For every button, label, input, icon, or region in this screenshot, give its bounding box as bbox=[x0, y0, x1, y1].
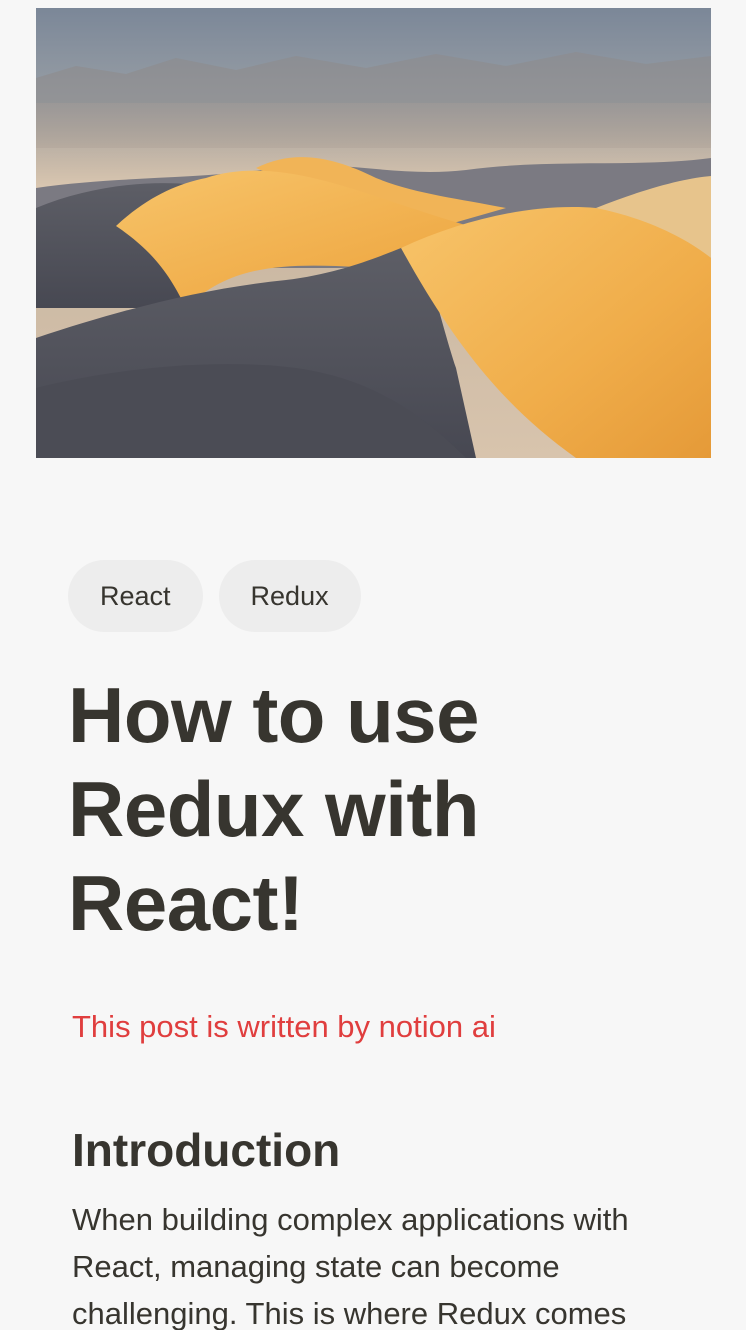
tag-list: React Redux bbox=[68, 560, 361, 632]
section-heading-introduction: Introduction bbox=[72, 1124, 341, 1176]
post-byline: This post is written by notion ai bbox=[72, 1009, 496, 1044]
page-title: How to use Redux with React! bbox=[68, 671, 480, 947]
blog-post-page: React Redux How to use Redux with React!… bbox=[0, 0, 746, 1330]
tag-redux[interactable]: Redux bbox=[218, 560, 361, 632]
tag-react[interactable]: React bbox=[68, 560, 203, 632]
introduction-paragraph: When building complex applications with … bbox=[72, 1202, 629, 1330]
cover-image bbox=[36, 8, 711, 458]
